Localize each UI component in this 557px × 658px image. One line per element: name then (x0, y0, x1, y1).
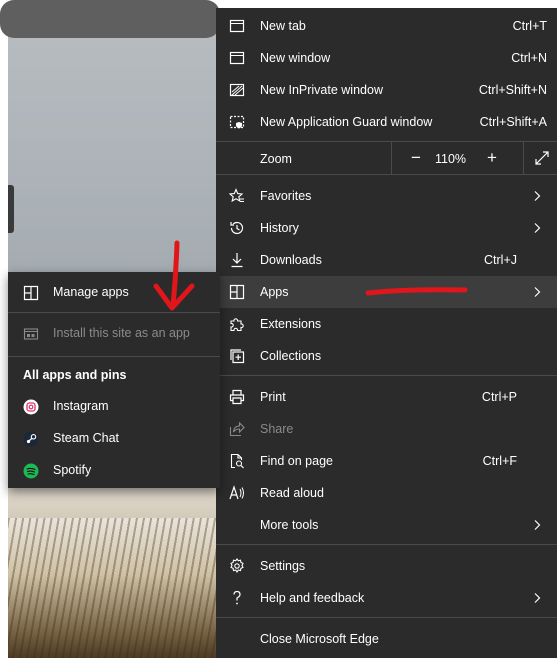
chevron-right-icon (534, 593, 541, 603)
menu-item-label: Favorites (260, 189, 312, 203)
menu-item-label: Collections (260, 349, 322, 363)
submenu-item-install-site[interactable]: Install this site as an app (8, 317, 220, 349)
menu-item-label: New Application Guard window (260, 115, 433, 129)
annotation-arrow (153, 240, 195, 311)
menu-item-label: Find on page (260, 454, 333, 468)
menu-item-collections[interactable]: Collections (216, 340, 557, 372)
submenu-item-label: Install this site as an app (53, 326, 190, 340)
redaction-scribble (0, 0, 220, 38)
menu-item-shortcut: Ctrl+P (481, 390, 517, 404)
background-image-grass (8, 518, 223, 658)
share-icon (229, 421, 245, 437)
read-aloud-icon (229, 485, 244, 500)
menu-divider (216, 617, 557, 618)
zoom-in-button[interactable]: + (481, 147, 503, 169)
menu-item-close-microsoft-edge[interactable]: Close Microsoft Edge (216, 623, 557, 655)
fullscreen-icon (535, 151, 549, 165)
submenu-item-label: Steam Chat (53, 431, 120, 445)
menu-item-shortcut: Ctrl+J (484, 253, 517, 267)
menu-item-downloads[interactable]: Downloads Ctrl+J (216, 244, 557, 276)
submenu-item-steam-chat[interactable]: Steam Chat (8, 422, 220, 454)
menu-item-label: Close Microsoft Edge (260, 632, 379, 646)
menu-item-new-application-guard-window[interactable]: New Application Guard window Ctrl+Shift+… (216, 106, 557, 138)
submenu-divider (8, 356, 220, 357)
submenu-item-label: Spotify (53, 463, 92, 477)
browser-settings-menu: New tab Ctrl+T New window Ctrl+N New InP… (216, 8, 557, 658)
submenu-item-spotify[interactable]: Spotify (8, 454, 220, 486)
all-apps-heading: All apps and pins (23, 368, 127, 382)
menu-item-more-tools[interactable]: More tools (216, 509, 557, 541)
install-app-icon (23, 328, 39, 340)
extensions-puzzle-icon (230, 318, 244, 332)
help-question-icon (233, 590, 241, 605)
menu-item-favorites[interactable]: Favorites (216, 180, 557, 212)
menu-item-label: Print (260, 390, 286, 404)
new-tab-icon (229, 19, 245, 33)
apps-icon (229, 284, 245, 300)
zoom-controls: − 110% + (391, 142, 557, 174)
menu-item-shortcut: Ctrl+Shift+A (479, 115, 547, 129)
spotify-icon (23, 463, 39, 479)
zoom-out-button[interactable]: − (405, 147, 427, 169)
find-on-page-icon (230, 453, 244, 469)
menu-item-label: Help and feedback (260, 591, 365, 605)
side-handle[interactable] (8, 185, 14, 233)
chevron-right-icon (534, 287, 541, 297)
menu-item-label: Downloads (260, 253, 322, 267)
menu-item-label: New tab (260, 19, 306, 33)
settings-gear-icon (230, 558, 244, 574)
annotation-underline (365, 287, 468, 296)
chevron-right-icon (534, 191, 541, 201)
application-guard-icon (229, 115, 245, 129)
menu-item-label: New window (260, 51, 331, 65)
new-window-icon (229, 51, 245, 65)
menu-item-read-aloud[interactable]: Read aloud (216, 477, 557, 509)
menu-item-shortcut: Ctrl+F (482, 454, 517, 468)
submenu-item-instagram[interactable]: Instagram (8, 390, 220, 422)
menu-item-label: Read aloud (260, 486, 324, 500)
menu-divider (216, 375, 557, 376)
menu-item-new-tab[interactable]: New tab Ctrl+T (216, 10, 557, 42)
download-icon (231, 253, 243, 268)
menu-item-label: Extensions (260, 317, 322, 331)
menu-item-label: Apps (260, 285, 289, 299)
steam-icon (23, 431, 39, 447)
apps-icon (23, 285, 39, 301)
menu-item-shortcut: Ctrl+T (512, 19, 547, 33)
menu-item-find-on-page[interactable]: Find on page Ctrl+F (216, 445, 557, 477)
printer-icon (229, 389, 245, 405)
menu-item-label: Share (260, 422, 294, 436)
menu-item-shortcut: Ctrl+N (511, 51, 547, 65)
submenu-item-label: Manage apps (53, 285, 129, 299)
zoom-label: Zoom (260, 152, 292, 166)
submenu-item-label: Instagram (53, 399, 109, 413)
menu-item-shortcut: Ctrl+Shift+N (478, 83, 547, 97)
instagram-icon (23, 399, 39, 415)
collections-icon (230, 349, 245, 364)
menu-item-label: History (260, 221, 299, 235)
inprivate-icon (229, 83, 245, 97)
menu-item-new-window[interactable]: New window Ctrl+N (216, 42, 557, 74)
menu-item-extensions[interactable]: Extensions (216, 308, 557, 340)
menu-divider (216, 544, 557, 545)
chevron-right-icon (534, 520, 541, 530)
menu-item-new-inprivate-window[interactable]: New InPrivate window Ctrl+Shift+N (216, 74, 557, 106)
favorites-star-icon (229, 188, 244, 203)
menu-divider (216, 174, 557, 175)
chevron-right-icon (534, 223, 541, 233)
menu-item-share[interactable]: Share (216, 413, 557, 445)
full-screen-button[interactable] (523, 142, 557, 174)
menu-item-label: Settings (260, 559, 306, 573)
menu-item-settings[interactable]: Settings (216, 550, 557, 582)
zoom-level: 110% (435, 152, 467, 166)
menu-item-history[interactable]: History (216, 212, 557, 244)
menu-item-label: More tools (260, 518, 319, 532)
menu-item-help-and-feedback[interactable]: Help and feedback (216, 582, 557, 614)
menu-item-label: New InPrivate window (260, 83, 383, 97)
window-edge (0, 0, 8, 658)
history-clock-icon (230, 221, 244, 235)
zoom-row: Zoom − 110% + (216, 142, 557, 174)
menu-item-print[interactable]: Print Ctrl+P (216, 381, 557, 413)
